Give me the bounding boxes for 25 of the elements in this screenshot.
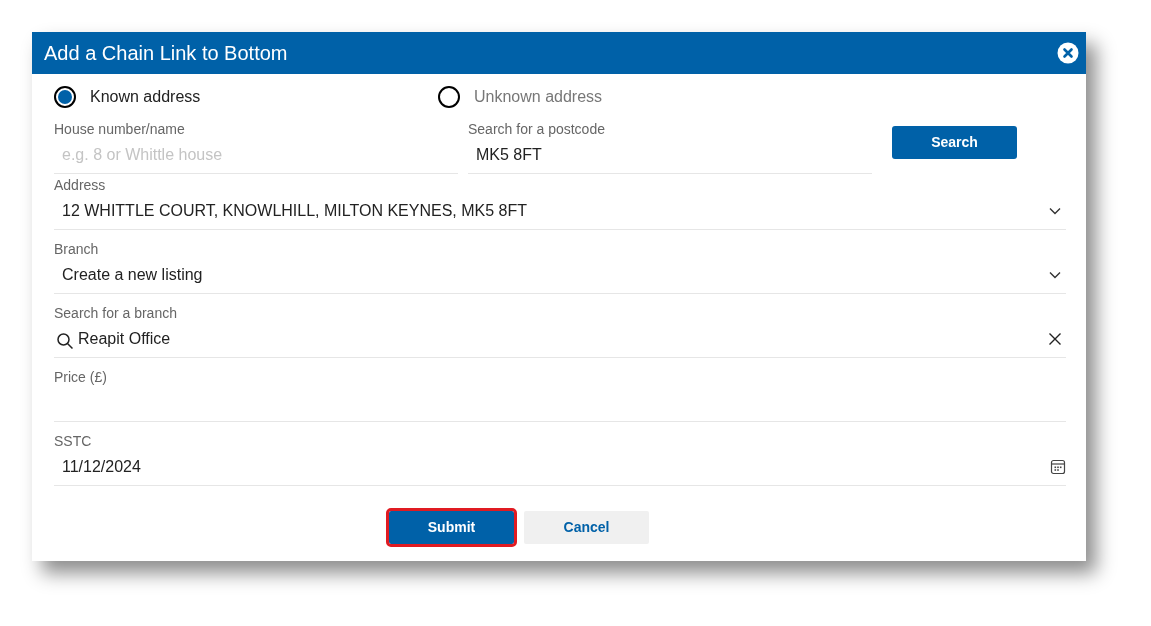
dropdown-field[interactable]: Create a new listing <box>54 260 1048 294</box>
radio-option[interactable]: Known address <box>54 85 438 109</box>
calendar-icon[interactable] <box>1050 458 1066 475</box>
search-field[interactable]: Reapit Office <box>78 324 1048 358</box>
radio-option[interactable]: Unknown address <box>438 85 603 109</box>
radio-button[interactable] <box>438 86 460 108</box>
submit-button[interactable]: Submit <box>389 511 514 544</box>
search-icon <box>56 331 74 350</box>
field-label: SSTC <box>54 432 93 450</box>
radio-button[interactable] <box>54 86 76 108</box>
close-icon[interactable] <box>1048 331 1062 346</box>
search-button[interactable]: Search <box>892 126 1017 159</box>
close-icon[interactable] <box>1057 42 1079 64</box>
input-field[interactable]: e.g. 8 or Whittle house <box>54 140 458 174</box>
field-label: Address <box>54 176 107 194</box>
cancel-button[interactable]: Cancel <box>524 511 649 544</box>
field-label: House number/name <box>54 120 186 138</box>
field-label: Branch <box>54 240 100 258</box>
field-label: Search for a postcode <box>468 120 606 138</box>
input-field[interactable]: MK5 8FT <box>468 140 872 174</box>
date-field[interactable]: 11/12/2024 <box>54 452 1050 486</box>
dialog-title: Add a Chain Link to Bottom <box>44 41 288 66</box>
field-label: Search for a branch <box>54 304 178 322</box>
dropdown-field[interactable]: 12 WHITTLE COURT, KNOWLHILL, MILTON KEYNES, MK5 8FT <box>54 196 1048 230</box>
field-label: Price (£) <box>54 368 108 386</box>
